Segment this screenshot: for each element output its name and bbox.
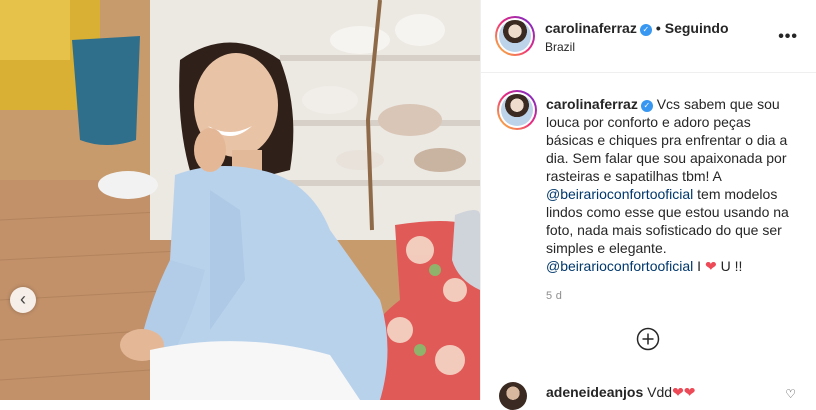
username-link[interactable]: carolinaferraz xyxy=(545,20,637,36)
comment-row: adeneideanjos Vdd❤❤ ♡ xyxy=(481,374,816,410)
post-details-panel: carolinaferraz ✓ • Seguindo Brazil ••• caro… xyxy=(481,0,816,410)
header-user-row: carolinaferraz ✓ • Seguindo xyxy=(545,20,729,36)
more-options-icon[interactable]: ••• xyxy=(778,28,798,46)
previous-photo-button[interactable]: ‹ xyxy=(10,287,36,313)
load-more-comments-icon[interactable] xyxy=(636,327,660,351)
separator-dot: • xyxy=(655,20,661,36)
caption-avatar[interactable] xyxy=(497,90,537,130)
location-link[interactable]: Brazil xyxy=(545,40,575,54)
verified-icon: ✓ xyxy=(639,24,652,36)
following-button[interactable]: Seguindo xyxy=(665,20,729,36)
post-header: carolinaferraz ✓ • Seguindo Brazil ••• xyxy=(481,0,816,73)
caption-body-4: U !! xyxy=(720,258,743,274)
comment-body: Vdd xyxy=(647,384,673,400)
verified-icon: ✓ xyxy=(640,100,653,112)
comment-username[interactable]: adeneideanjos xyxy=(546,384,643,400)
comment-text: adeneideanjos Vdd❤❤ xyxy=(546,384,696,401)
heart-emoji: ❤ xyxy=(704,258,717,274)
caption-username[interactable]: carolinaferraz xyxy=(546,96,638,112)
photo-illustration xyxy=(0,0,480,400)
like-comment-icon[interactable]: ♡ xyxy=(785,387,796,401)
comment-avatar[interactable] xyxy=(499,382,527,410)
caption-text: carolinaferraz ✓ Vcs sabem que sou louca … xyxy=(546,95,801,275)
mention-link[interactable]: @beirarioconfortooficial xyxy=(546,258,693,274)
avatar[interactable] xyxy=(495,16,535,56)
chevron-left-icon: ‹ xyxy=(20,289,26,309)
heart-emoji: ❤❤ xyxy=(672,384,696,400)
post-photo[interactable]: ‹ xyxy=(0,0,480,400)
caption-body-3: I xyxy=(697,258,702,274)
mention-link[interactable]: @beirarioconfortooficial xyxy=(546,186,693,202)
post-age[interactable]: 5 d xyxy=(546,290,562,302)
